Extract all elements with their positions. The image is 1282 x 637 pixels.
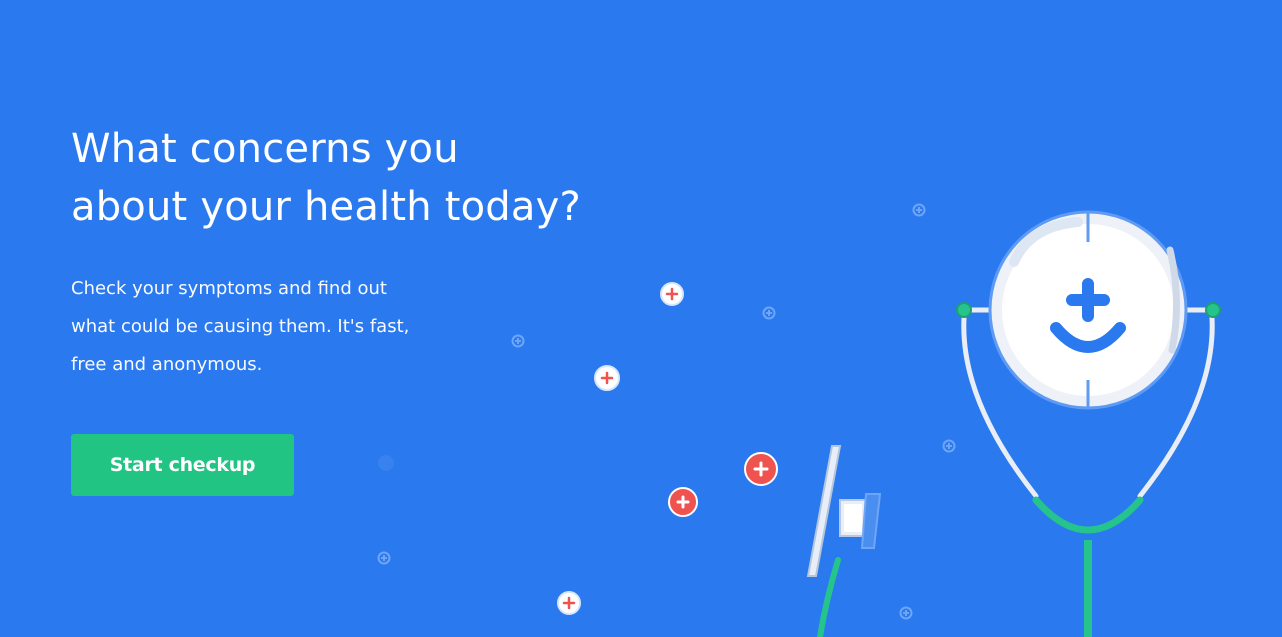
blur-dot <box>378 455 394 471</box>
hero-section: What concerns you about your health toda… <box>0 0 1282 637</box>
stethoscope-icon <box>956 210 1221 637</box>
stethoscope-illustration <box>377 203 1221 637</box>
chestpiece-side-icon <box>806 445 882 637</box>
small-blue-plus-icon <box>377 203 956 620</box>
red-plus-circle-icon <box>668 452 778 517</box>
red-plus-badge-icon <box>557 282 684 615</box>
